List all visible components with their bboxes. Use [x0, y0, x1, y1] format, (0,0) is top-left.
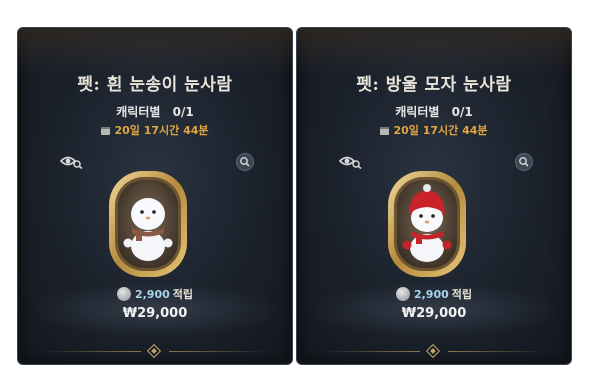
points-unit: 적립	[172, 288, 194, 301]
purchase-limit-label: 캐릭터별	[116, 105, 161, 119]
calendar-icon	[380, 127, 390, 135]
points-value: 2,900	[134, 288, 170, 301]
mileage-coin-icon	[395, 287, 410, 301]
purchase-limit-label: 캐릭터별	[395, 105, 440, 119]
magnifier-icon[interactable]	[236, 153, 254, 171]
purchase-limit: 캐릭터별 0/1	[18, 103, 292, 120]
diamond-ornament-icon	[146, 343, 162, 359]
item-price[interactable]: ₩29,000	[18, 306, 292, 321]
mileage-coin-icon	[116, 287, 131, 301]
item-title: 펫: 방울 모자 눈사람	[356, 75, 512, 95]
sale-period-text: 20일 17시간 44분	[393, 124, 488, 137]
pet-preview-frame[interactable]	[106, 168, 190, 280]
shop-item-card-snowflake-snowman[interactable]: 펫: 흰 눈송이 눈사람 캐릭터별 0/1 20일 17시간 44분 2,900…	[17, 27, 293, 365]
points-unit: 적립	[451, 288, 473, 301]
pet-preview-frame[interactable]	[385, 168, 469, 280]
item-title: 펫: 흰 눈송이 눈사람	[77, 75, 233, 95]
bottom-divider	[321, 343, 547, 359]
mileage-points: 2,900 적립	[18, 286, 292, 302]
divider-line-left	[321, 351, 421, 352]
sale-period: 20일 17시간 44분	[18, 122, 292, 138]
eye-icon[interactable]	[339, 153, 363, 169]
bottom-divider	[42, 343, 268, 359]
magnifier-glyph	[519, 157, 529, 167]
magnifier-glyph	[240, 157, 250, 167]
sale-period-text: 20일 17시간 44분	[114, 124, 209, 137]
mileage-points: 2,900 적립	[297, 286, 571, 302]
purchase-limit-value: 0/1	[451, 105, 473, 119]
sale-period: 20일 17시간 44분	[297, 122, 571, 138]
divider-line-right	[447, 351, 547, 352]
points-value: 2,900	[413, 288, 449, 301]
calendar-icon	[101, 127, 111, 135]
purchase-limit: 캐릭터별 0/1	[297, 103, 571, 120]
magnifier-icon[interactable]	[515, 153, 533, 171]
purchase-limit-value: 0/1	[172, 105, 194, 119]
diamond-ornament-icon	[425, 343, 441, 359]
item-price[interactable]: ₩29,000	[297, 306, 571, 321]
shop-item-card-bobble-hat-snowman[interactable]: 펫: 방울 모자 눈사람 캐릭터별 0/1 20일 17시간 44분 2,900…	[296, 27, 572, 365]
eye-icon[interactable]	[60, 153, 84, 169]
divider-line-left	[42, 351, 142, 352]
divider-line-right	[168, 351, 268, 352]
